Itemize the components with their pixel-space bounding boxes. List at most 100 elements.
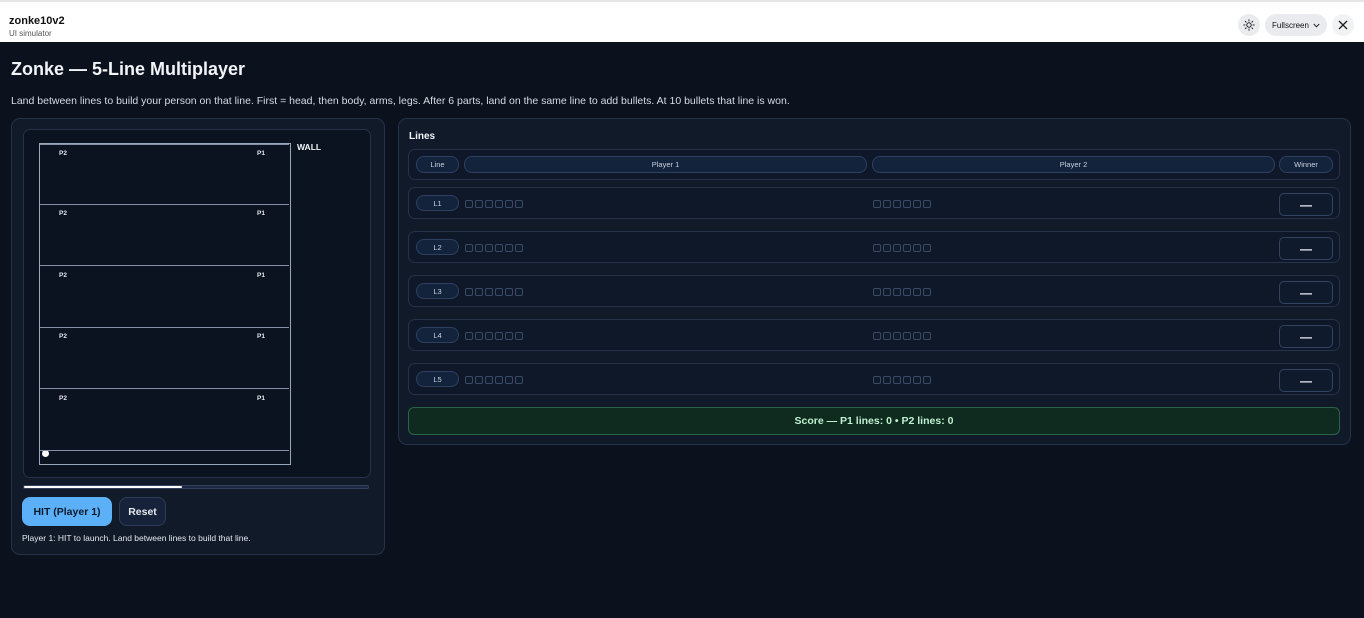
line-row: L2 — xyxy=(408,231,1340,263)
lines-title: Lines xyxy=(409,131,436,142)
lane-p2-label: P2 xyxy=(59,333,67,340)
part-slot xyxy=(465,288,473,296)
board-lane: P2 P1 xyxy=(40,328,289,389)
lane-p1-label: P1 xyxy=(257,395,265,402)
part-slot xyxy=(465,332,473,340)
lines-panel: Lines Line Player 1 Player 2 Winner L1— L… xyxy=(398,118,1351,445)
lane-p2-label: P2 xyxy=(59,272,67,279)
line-p2-parts xyxy=(873,332,931,340)
part-slot xyxy=(475,332,483,340)
part-slot xyxy=(475,200,483,208)
part-slot xyxy=(873,244,881,252)
header-player-1: Player 1 xyxy=(464,156,867,173)
part-slot xyxy=(903,200,911,208)
part-slot xyxy=(873,288,881,296)
lane-p2-label: P2 xyxy=(59,210,67,217)
board-lane: P2 P1 xyxy=(40,390,289,451)
game-board[interactable]: P2 P1 P2 P1 P2 P1 P2 P1 P2 P1 xyxy=(39,143,291,465)
part-slot xyxy=(883,200,891,208)
part-slot xyxy=(485,332,493,340)
board-area: P2 P1 P2 P1 P2 P1 P2 P1 P2 P1 WALL xyxy=(23,129,371,478)
part-slot xyxy=(883,376,891,384)
part-slot xyxy=(873,376,881,384)
line-label: L3 xyxy=(416,283,459,299)
part-slot xyxy=(495,332,503,340)
power-meter xyxy=(23,485,369,489)
part-slot xyxy=(495,244,503,252)
page-title: Zonke — 5-Line Multiplayer xyxy=(11,59,246,79)
line-winner: — xyxy=(1279,237,1333,260)
part-slot xyxy=(913,376,921,384)
part-slot xyxy=(505,332,513,340)
board-lane: P2 P1 xyxy=(40,267,289,328)
reset-button[interactable]: Reset xyxy=(119,497,166,526)
lane-p1-label: P1 xyxy=(257,210,265,217)
part-slot xyxy=(515,244,523,252)
line-row: L3 — xyxy=(408,275,1340,307)
board-lane: P2 P1 xyxy=(40,144,289,205)
part-slot xyxy=(465,244,473,252)
lines-header-row: Line Player 1 Player 2 Winner xyxy=(408,149,1340,180)
lane-p1-label: P1 xyxy=(257,333,265,340)
lane-p1-label: P1 xyxy=(257,150,265,157)
chevron-down-icon xyxy=(1313,23,1320,28)
power-meter-fill xyxy=(24,486,183,488)
part-slot xyxy=(903,332,911,340)
part-slot xyxy=(883,288,891,296)
line-p1-parts xyxy=(465,332,523,340)
line-winner: — xyxy=(1279,325,1333,348)
page-description: Land between lines to build your person … xyxy=(11,95,790,107)
close-button[interactable] xyxy=(1332,14,1354,36)
part-slot xyxy=(893,200,901,208)
part-slot xyxy=(923,200,931,208)
sun-icon xyxy=(1243,19,1255,31)
line-winner: — xyxy=(1279,369,1333,392)
part-slot xyxy=(475,244,483,252)
part-slot xyxy=(495,376,503,384)
part-slot xyxy=(485,376,493,384)
part-slot xyxy=(505,288,513,296)
header-winner: Winner xyxy=(1279,156,1333,173)
part-slot xyxy=(485,200,493,208)
part-slot xyxy=(485,288,493,296)
part-slot xyxy=(873,332,881,340)
header-player-2: Player 2 xyxy=(872,156,1275,173)
part-slot xyxy=(883,244,891,252)
fullscreen-button[interactable]: Fullscreen xyxy=(1265,14,1327,36)
part-slot xyxy=(903,288,911,296)
part-slot xyxy=(923,332,931,340)
part-slot xyxy=(873,200,881,208)
line-p2-parts xyxy=(873,376,931,384)
line-p2-parts xyxy=(873,200,931,208)
line-p1-parts xyxy=(465,288,523,296)
top-bar: zonke10v2 UI simulator Fullscreen xyxy=(0,0,1364,42)
lane-p1-label: P1 xyxy=(257,272,265,279)
line-p1-parts xyxy=(465,244,523,252)
part-slot xyxy=(893,376,901,384)
part-slot xyxy=(913,332,921,340)
board-lane: P2 P1 xyxy=(40,205,289,266)
lane-p2-label: P2 xyxy=(59,150,67,157)
part-slot xyxy=(515,200,523,208)
part-slot xyxy=(465,200,473,208)
part-slot xyxy=(515,332,523,340)
part-slot xyxy=(515,376,523,384)
hit-button[interactable]: HIT (Player 1) xyxy=(22,497,112,526)
ball xyxy=(42,450,49,457)
part-slot xyxy=(923,244,931,252)
line-winner: — xyxy=(1279,193,1333,216)
line-winner: — xyxy=(1279,281,1333,304)
fullscreen-label: Fullscreen xyxy=(1272,20,1309,30)
part-slot xyxy=(495,200,503,208)
line-p2-parts xyxy=(873,288,931,296)
theme-toggle-button[interactable] xyxy=(1238,14,1260,36)
part-slot xyxy=(913,244,921,252)
part-slot xyxy=(883,332,891,340)
part-slot xyxy=(903,244,911,252)
line-label: L4 xyxy=(416,327,459,343)
line-label: L1 xyxy=(416,195,459,211)
part-slot xyxy=(893,244,901,252)
part-slot xyxy=(913,288,921,296)
part-slot xyxy=(485,244,493,252)
line-label: L2 xyxy=(416,239,459,255)
